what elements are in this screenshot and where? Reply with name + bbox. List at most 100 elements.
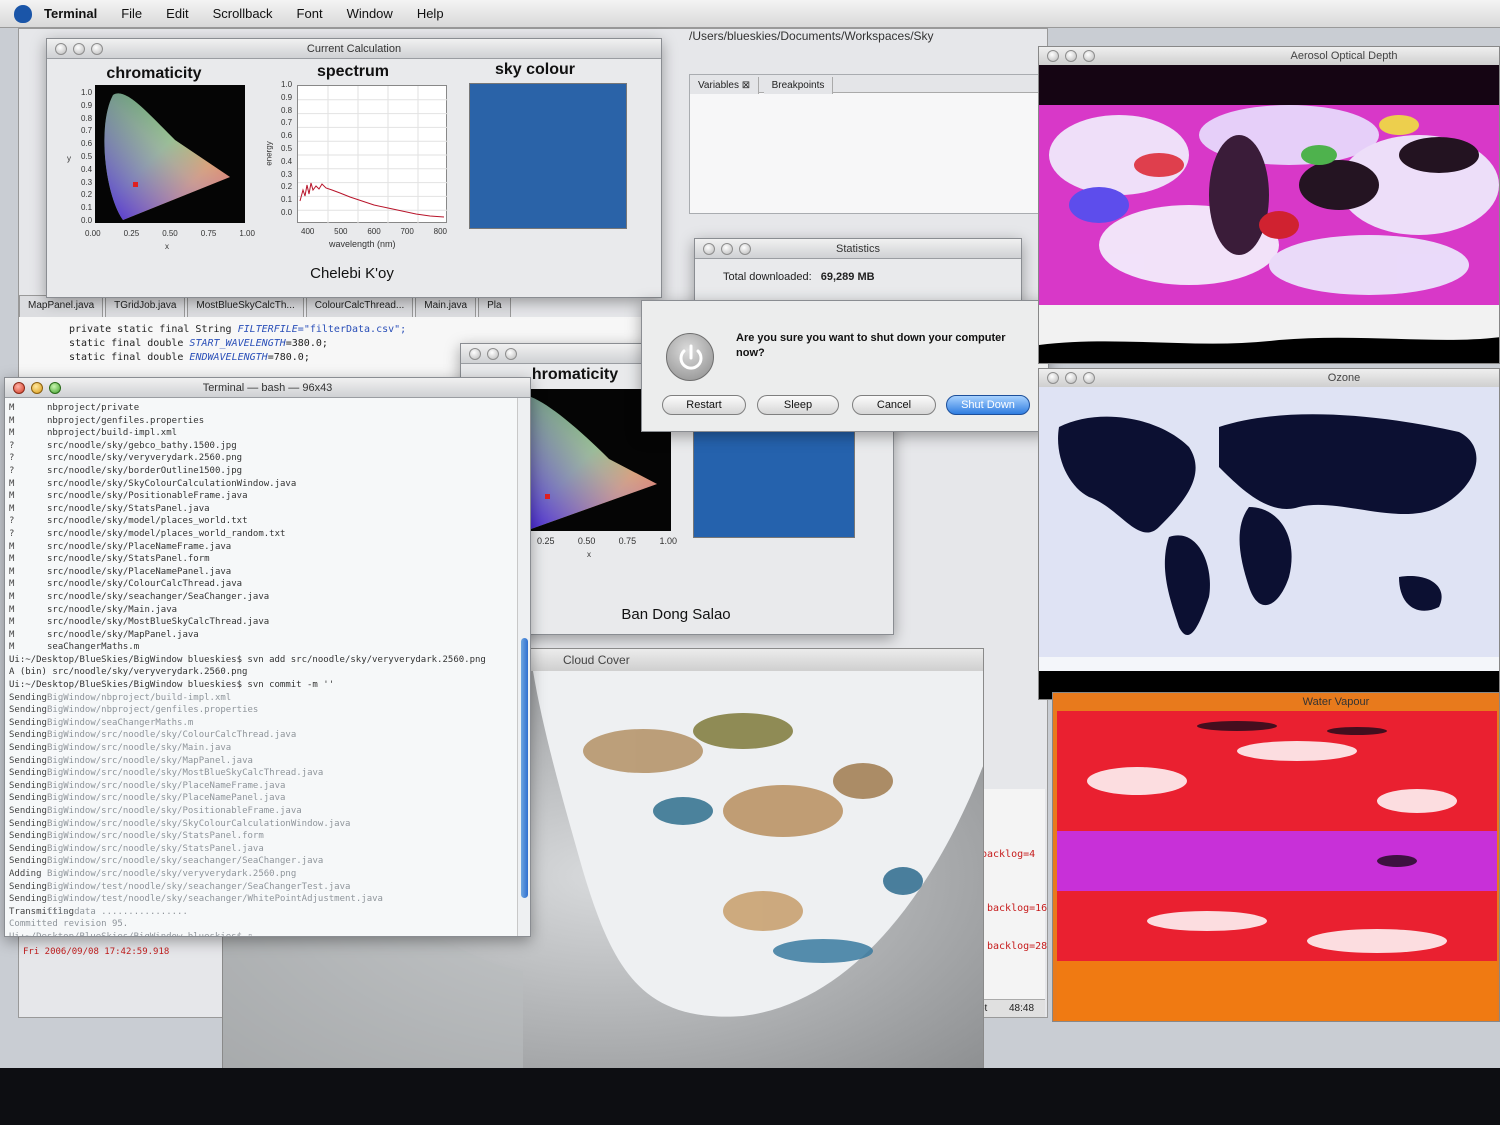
menu-scrollback[interactable]: Scrollback — [213, 6, 273, 21]
minimize-icon[interactable] — [1065, 372, 1077, 384]
zoom-icon[interactable] — [49, 382, 61, 394]
zoom-icon[interactable] — [1083, 50, 1095, 62]
current-calculation-titlebar[interactable]: Current Calculation — [47, 39, 661, 59]
close-icon[interactable] — [55, 43, 67, 55]
variables-tab-label: Variables — [698, 80, 739, 91]
log-entry: backlog=4 — [981, 849, 1036, 860]
terminal-text: src/noodle/sky/PlaceNameFrame.java — [47, 541, 232, 552]
minimize-icon[interactable] — [73, 43, 85, 55]
log-entry: backlog=16 — [987, 903, 1048, 914]
svn-status: M — [9, 629, 15, 640]
apple-menu-icon[interactable] — [14, 4, 32, 23]
spectrum-y-ticks: 1.0 0.9 0.8 0.7 0.6 0.5 0.4 0.3 0.2 0.1 0.0 — [281, 80, 293, 217]
menu-window[interactable]: Window — [347, 6, 393, 21]
svn-status: Sending — [9, 705, 47, 716]
terminal-scrollbar[interactable] — [517, 398, 530, 936]
minimize-icon[interactable] — [1065, 50, 1077, 62]
terminal-text: BigWindow/src/noodle/sky/PlaceNamePanel.… — [47, 793, 286, 804]
menu-font[interactable]: Font — [297, 6, 323, 21]
scrollbar-thumb[interactable] — [521, 638, 528, 898]
code-line: private static final String FILTERFILE="… — [69, 324, 407, 335]
minimize-icon[interactable] — [31, 382, 43, 394]
terminal-line: Mnbproject/private — [9, 402, 517, 415]
terminal-text: BigWindow/seaChangerMaths.m — [47, 717, 194, 728]
close-icon[interactable] — [469, 348, 481, 360]
menu-help[interactable]: Help — [417, 6, 444, 21]
chromaticity-point — [545, 494, 550, 499]
svn-status: M — [9, 541, 15, 552]
svn-status: Sending — [9, 831, 47, 842]
terminal-line: Msrc/noodle/sky/PositionableFrame.java — [9, 490, 517, 503]
cancel-button[interactable]: Cancel — [852, 395, 936, 415]
terminal-titlebar[interactable]: Terminal — bash — 96x43 — [5, 378, 530, 398]
menu-file[interactable]: File — [121, 6, 142, 21]
chromaticity-title: chromaticity — [106, 65, 202, 82]
close-icon[interactable] — [1047, 50, 1059, 62]
terminal-line: Sending BigWindow/src/noodle/sky/MostBlue… — [9, 767, 517, 780]
terminal-line: Sending BigWindow/src/noodle/sky/ColourCa… — [9, 729, 517, 742]
minimize-icon[interactable] — [487, 348, 499, 360]
chroma-y-ticks: 1.0 0.9 0.8 0.7 0.6 0.5 0.4 0.3 0.2 0.1 0.0 — [81, 88, 93, 225]
close-icon[interactable] — [1047, 372, 1059, 384]
terminal-text: BigWindow/src/noodle/sky/MapPanel.java — [47, 755, 253, 766]
sleep-button[interactable]: Sleep — [757, 395, 839, 415]
water-vapour-image — [1057, 711, 1497, 961]
editor-tab[interactable]: MapPanel.java — [19, 295, 104, 317]
menu-terminal[interactable]: Terminal — [44, 6, 97, 21]
terminal-text: src/noodle/sky/model/places_world_random… — [47, 528, 286, 539]
editor-tab[interactable]: ColourCalcThread... — [305, 295, 414, 317]
window-title: Terminal — bash — 96x43 — [202, 382, 333, 394]
terminal-line: Msrc/noodle/sky/Main.java — [9, 604, 517, 617]
minimize-icon[interactable] — [721, 243, 733, 255]
editor-tab[interactable]: Pla — [478, 295, 511, 317]
terminal-text: src/noodle/sky/StatsPanel.form — [47, 554, 210, 565]
restart-button[interactable]: Restart — [662, 395, 746, 415]
terminal-line: MseaChangerMaths.m — [9, 641, 517, 654]
terminal-text: BigWindow/src/noodle/sky/PositionableFra… — [47, 806, 302, 816]
terminal-line: Ui:~/Desktop/BlueSkies/BigWindow blueski… — [9, 931, 517, 936]
close-icon[interactable] — [13, 382, 25, 394]
svn-status: ? — [9, 440, 15, 451]
shutdown-button[interactable]: Shut Down — [946, 395, 1030, 415]
shutdown-dialog: Are you sure you want to shut down your … — [641, 300, 1049, 432]
terminal-text: src/noodle/sky/ColourCalcThread.java — [47, 579, 243, 590]
terminal-line: Sending BigWindow/src/noodle/sky/Position… — [9, 805, 517, 818]
terminal-line: ? src/noodle/sky/borderOutline1500.jpg — [9, 465, 517, 478]
terminal-line: Sending BigWindow/src/noodle/sky/Main.jav… — [9, 742, 517, 755]
terminal-text: BigWindow/src/noodle/sky/ColourCalcThrea… — [47, 730, 297, 741]
close-icon[interactable] — [703, 243, 715, 255]
output-panel: backlog=4 backlog=16 backlog=28 — [979, 789, 1048, 999]
power-icon — [666, 333, 714, 381]
editor-tab[interactable]: Main.java — [415, 295, 477, 317]
zoom-icon[interactable] — [91, 43, 103, 55]
terminal-text: nbproject/genfiles.properties — [47, 415, 205, 426]
cloud-cover-titlebar[interactable]: Cloud Cover — [523, 649, 983, 671]
close-icon[interactable]: ⊠ — [742, 80, 750, 91]
aerosol-titlebar[interactable]: Aerosol Optical Depth — [1039, 47, 1499, 65]
editor-tab[interactable]: MostBlueSkyCalcTh... — [187, 295, 304, 317]
window-title: Statistics — [835, 243, 880, 255]
menu-edit[interactable]: Edit — [166, 6, 188, 21]
ozone-map — [1039, 387, 1499, 699]
water-vapour-window: Water Vapour — [1052, 692, 1500, 1022]
tab-variables[interactable]: Variables ⊠ — [690, 77, 760, 94]
terminal-line: Ui:~/Desktop/BlueSkies/BigWindow blueski… — [9, 654, 517, 667]
tab-breakpoints[interactable]: Breakpoints — [763, 77, 834, 94]
stats-value: 69,289 MB — [820, 271, 875, 283]
zoom-icon[interactable] — [739, 243, 751, 255]
svn-status: ? — [9, 528, 15, 539]
chroma-x-label: x — [165, 242, 169, 251]
statistics-titlebar[interactable]: Statistics — [695, 239, 1021, 259]
water-vapour-titlebar[interactable]: Water Vapour — [1053, 693, 1499, 711]
stats-row: Total downloaded: 69,289 MB — [723, 271, 875, 283]
zoom-icon[interactable] — [1083, 372, 1095, 384]
terminal-text: Ui:~/Desktop/BlueSkies/BigWindow blueski… — [9, 931, 253, 936]
menu-bar: Terminal File Edit Scrollback Font Windo… — [0, 0, 1500, 28]
ozone-titlebar[interactable]: Ozone — [1039, 369, 1499, 387]
svn-status: M — [9, 428, 15, 439]
ozone-window: Ozone — [1038, 368, 1500, 700]
terminal-output[interactable]: Mnbproject/private Mnbproject/genfiles.pr… — [5, 398, 517, 936]
zoom-icon[interactable] — [505, 348, 517, 360]
editor-tab[interactable]: TGridJob.java — [105, 295, 186, 317]
spectrum-plot — [297, 85, 448, 224]
